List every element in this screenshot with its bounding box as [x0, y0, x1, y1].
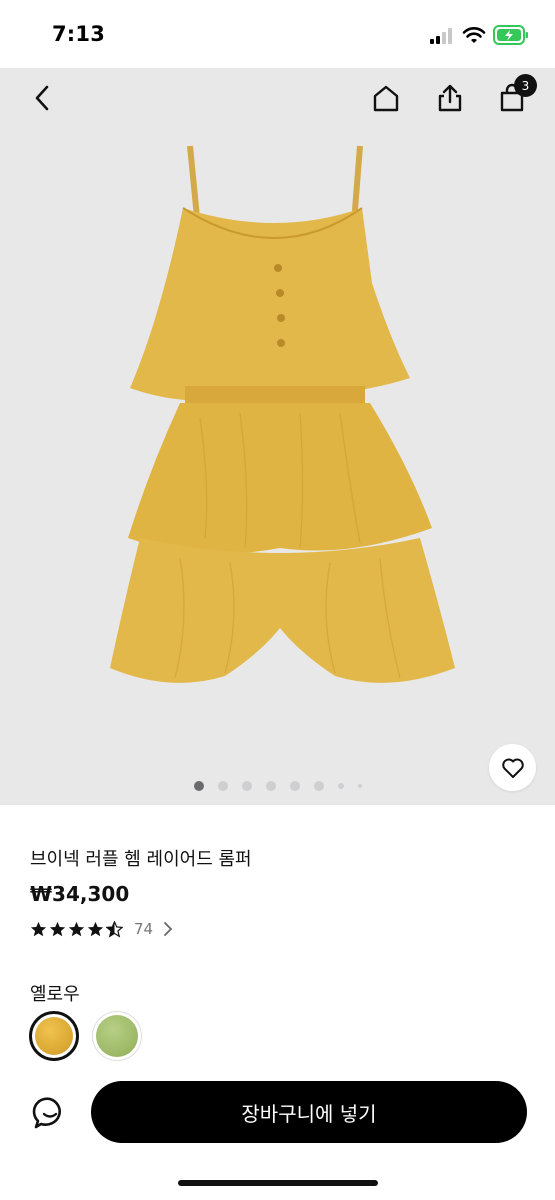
heart-icon [501, 758, 524, 778]
back-button[interactable] [23, 78, 63, 118]
product-price: ₩34,300 [30, 882, 130, 906]
star-half-icon [106, 920, 123, 938]
pagination-dot[interactable] [357, 784, 362, 788]
status-time: 7:13 [52, 22, 106, 46]
home-indicator [178, 1180, 378, 1186]
swatch-green-fill [96, 1015, 138, 1057]
pagination-dot[interactable] [337, 783, 344, 789]
product-image [110, 145, 455, 683]
image-pagination-dots [0, 780, 555, 792]
color-swatch-green[interactable] [92, 1011, 142, 1061]
pagination-dot[interactable] [217, 781, 228, 791]
wifi-icon [462, 27, 486, 43]
color-swatch-yellow[interactable] [29, 1011, 79, 1061]
selected-color-label: 옐로우 [30, 984, 80, 1005]
battery-charging-icon [493, 25, 528, 45]
swatch-yellow-fill [35, 1017, 73, 1055]
pagination-dot[interactable] [313, 781, 324, 791]
star-icon [49, 921, 66, 936]
home-icon [373, 85, 399, 112]
chevron-right-icon [164, 922, 173, 936]
star-icon [87, 921, 104, 936]
pagination-dot[interactable] [289, 781, 300, 791]
chevron-left-icon [35, 85, 49, 111]
chat-button[interactable] [29, 1092, 71, 1134]
product-rating[interactable]: 74 [30, 920, 173, 938]
cart-count-badge: 3 [514, 74, 537, 97]
wishlist-button[interactable] [489, 744, 536, 791]
review-count: 74 [134, 920, 154, 938]
star-icon [30, 921, 47, 936]
cellular-signal-icon [430, 28, 452, 44]
add-to-cart-button[interactable]: 장바구니에 넣기 [91, 1081, 527, 1143]
star-icon [68, 921, 85, 936]
pagination-dot[interactable] [265, 781, 276, 791]
product-title: 브이넥 러플 헴 레이어드 롬퍼 [30, 849, 252, 870]
share-button[interactable] [430, 78, 470, 118]
product-image-gallery[interactable]: 3 [0, 68, 555, 805]
home-button[interactable] [366, 78, 406, 118]
share-icon [438, 84, 462, 112]
status-bar: 7:13 [0, 0, 555, 68]
pagination-dot[interactable] [241, 781, 252, 791]
pagination-dot[interactable] [193, 781, 204, 791]
chat-icon [32, 1097, 61, 1129]
